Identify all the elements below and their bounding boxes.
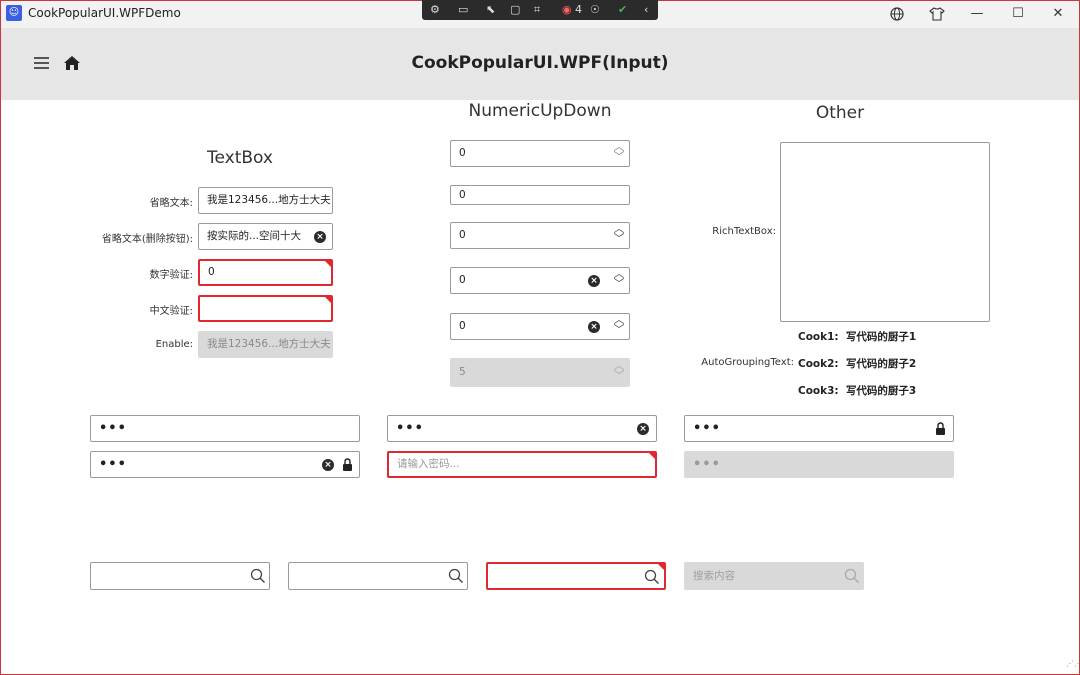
display-layout-icon[interactable]: ▢ <box>510 2 520 18</box>
collapse-toolbar-icon[interactable]: ‹ <box>644 2 648 18</box>
binding-failures-count: 4 <box>575 3 582 16</box>
disabled-label: Enable: <box>155 339 193 350</box>
binding-failures-icon[interactable]: ◉ <box>562 2 572 18</box>
password-box-clear-lock[interactable]: ••• <box>90 451 360 478</box>
chinese-validation-textbox[interactable] <box>198 295 333 322</box>
search-box-disabled: 搜索内容 <box>684 562 864 590</box>
password-mask: ••• <box>693 421 721 436</box>
app-icon: ☺ <box>6 5 22 21</box>
group-value-2: 写代码的厨子2 <box>845 358 917 370</box>
numeric-updown-3[interactable]: 0 <box>450 222 630 249</box>
lock-icon[interactable] <box>935 422 946 435</box>
number-validation-textbox[interactable]: 0 <box>198 259 333 286</box>
search-box-1[interactable] <box>90 562 270 590</box>
numeric-updown-1[interactable]: 0 <box>450 140 630 167</box>
search-icon[interactable] <box>448 568 464 584</box>
clear-icon[interactable]: × <box>314 231 326 243</box>
password-box-disabled: ••• <box>684 451 954 478</box>
numeric-updown-2[interactable]: 0 <box>450 185 630 205</box>
ellipsis-textbox[interactable]: 我是123456...地方士大夫 <box>198 187 333 214</box>
autogrouping-label: AutoGroupingText: <box>701 357 794 368</box>
group-item-3: Cook3: 写代码的厨子3 <box>798 383 916 398</box>
ellipsis-text-label: 省略文本: <box>149 198 193 209</box>
spin-buttons-disabled: ︿ ﹀ <box>613 359 625 382</box>
search-placeholder: 搜索内容 <box>693 570 735 582</box>
spin-buttons-4[interactable]: ︿ ﹀ <box>610 268 628 289</box>
group-key-3: Cook3: <box>798 385 839 397</box>
dev-toolbar: ⚙ ▭ ⬉ ▢ ⌗ ◉ 4 ☉ ✔ ‹ <box>422 0 658 20</box>
group-value-1: 写代码的厨子1 <box>845 331 917 343</box>
ellipsis-clear-value: 按实际的...空间十大 <box>207 230 302 242</box>
select-element-icon[interactable]: ⬉ <box>486 2 495 18</box>
disabled-textbox: 我是123456...地方士大夫 <box>198 331 333 358</box>
lock-icon[interactable] <box>342 458 353 471</box>
group-item-1: Cook1: 写代码的厨子1 <box>798 329 916 344</box>
chinese-validation-label: 中文验证: <box>149 306 193 317</box>
password-box-validation[interactable]: 请输入密码... <box>387 451 657 478</box>
password-mask: ••• <box>396 421 424 436</box>
group-item-2: Cook2: 写代码的厨子2 <box>798 356 916 371</box>
search-box-2[interactable] <box>288 562 468 590</box>
maximize-button[interactable]: ☐ <box>1007 3 1029 25</box>
search-icon[interactable] <box>250 568 266 584</box>
numeric-clear-icon[interactable]: × <box>588 275 600 287</box>
spin-buttons-5[interactable]: ︿ ﹀ <box>610 314 628 335</box>
password-mask: ••• <box>99 457 127 472</box>
search-icon[interactable] <box>644 569 660 585</box>
resize-grip-icon[interactable]: ⋰⋰ <box>1066 660 1080 671</box>
search-icon <box>844 568 860 584</box>
password-box-clear[interactable]: ••• <box>387 415 657 442</box>
numeric-updown-disabled: 5 <box>450 358 630 387</box>
password-clear-icon[interactable]: × <box>322 459 334 471</box>
globe-icon[interactable] <box>886 3 908 25</box>
live-tree-icon[interactable]: ⚙ <box>430 2 440 18</box>
check-icon[interactable]: ✔ <box>618 2 627 18</box>
richtextbox-label: RichTextBox: <box>712 226 776 237</box>
password-box-lock[interactable]: ••• <box>684 415 954 442</box>
minimize-button[interactable]: — <box>966 3 988 25</box>
spin-buttons-1[interactable]: ︿ ﹀ <box>610 141 628 162</box>
group-key-1: Cook1: <box>798 331 839 343</box>
other-section-title: Other <box>815 103 865 123</box>
numeric-section-title: NumericUpDown <box>468 101 612 121</box>
page-title: CookPopularUI.WPF(Input) <box>411 53 669 73</box>
password-box-1[interactable]: ••• <box>90 415 360 442</box>
search-box-validation[interactable] <box>486 562 666 590</box>
ellipsis-clear-label: 省略文本(删除按钮): <box>101 234 193 245</box>
textbox-section-title: TextBox <box>207 148 273 168</box>
camera-icon[interactable]: ▭ <box>458 2 468 18</box>
password-mask: ••• <box>693 457 721 472</box>
group-key-2: Cook2: <box>798 358 839 370</box>
richtextbox[interactable] <box>780 142 990 322</box>
window-title: CookPopularUI.WPFDemo <box>28 6 181 20</box>
spin-buttons-3[interactable]: ︿ ﹀ <box>610 223 628 244</box>
numeric-updown-5[interactable]: 0 <box>450 313 630 340</box>
theme-shirt-icon[interactable] <box>926 3 948 25</box>
accessibility-icon[interactable]: ☉ <box>590 2 600 18</box>
number-validation-label: 数字验证: <box>149 270 193 281</box>
password-mask: ••• <box>99 421 127 436</box>
track-focus-icon[interactable]: ⌗ <box>534 2 540 18</box>
close-button[interactable]: ✕ <box>1047 3 1069 25</box>
numeric-clear-icon[interactable]: × <box>588 321 600 333</box>
password-clear-icon[interactable]: × <box>637 423 649 435</box>
numeric-updown-4[interactable]: 0 <box>450 267 630 294</box>
group-value-3: 写代码的厨子3 <box>845 385 917 397</box>
ellipsis-clear-textbox[interactable]: 按实际的...空间十大 <box>198 223 333 250</box>
password-placeholder: 请输入密码... <box>397 458 460 470</box>
